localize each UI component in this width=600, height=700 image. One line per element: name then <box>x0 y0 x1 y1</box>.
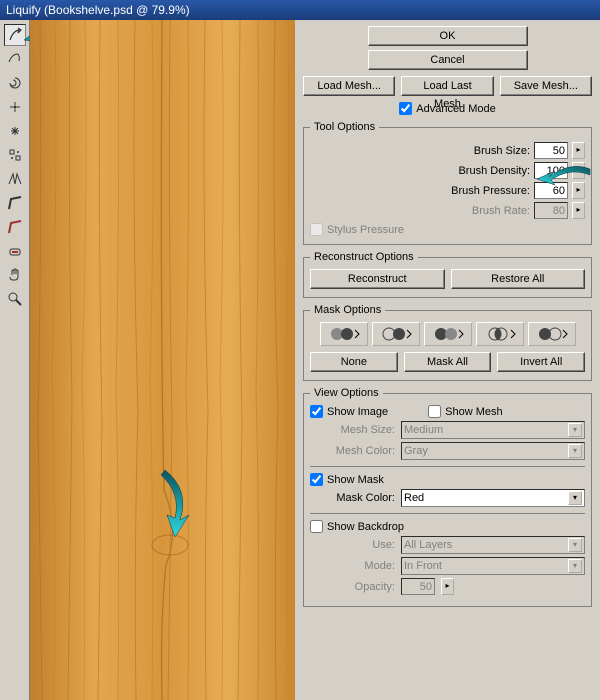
stylus-pressure-label: Stylus Pressure <box>327 224 404 236</box>
show-mask-label: Show Mask <box>327 474 384 486</box>
tool-options-legend: Tool Options <box>310 121 379 133</box>
reconstruct-options-legend: Reconstruct Options <box>310 251 418 263</box>
mode-select: In Front▾ <box>401 557 585 575</box>
restore-all-button[interactable]: Restore All <box>451 269 586 289</box>
mask-options-group: Mask Options None Mask All Invert All <box>303 304 592 381</box>
mask-none-button[interactable]: None <box>310 352 398 372</box>
brush-pressure-label: Brush Pressure: <box>451 185 530 197</box>
mask-replace-button[interactable] <box>320 322 368 346</box>
brush-density-input[interactable] <box>534 162 568 179</box>
opacity-label: Opacity: <box>310 581 395 593</box>
reconstruct-tool[interactable] <box>4 48 26 70</box>
bloat-tool[interactable] <box>4 120 26 142</box>
push-left-tool[interactable] <box>4 144 26 166</box>
brush-size-spinner[interactable]: ▸ <box>572 142 585 159</box>
mirror-tool[interactable] <box>4 168 26 190</box>
thaw-mask-tool[interactable] <box>4 240 26 262</box>
tool-options-group: Tool Options Brush Size: ▸ Brush Density:… <box>303 121 592 245</box>
hand-tool[interactable] <box>4 264 26 286</box>
brush-rate-spinner: ▸ <box>572 202 585 219</box>
view-options-legend: View Options <box>310 387 383 399</box>
opacity-input <box>401 578 435 595</box>
twirl-tool[interactable] <box>4 72 26 94</box>
reconstruct-button[interactable]: Reconstruct <box>310 269 445 289</box>
mask-color-select[interactable]: Red▾ <box>401 489 585 507</box>
use-select: All Layers▾ <box>401 536 585 554</box>
mesh-color-label: Mesh Color: <box>310 445 395 457</box>
show-mesh-label: Show Mesh <box>445 406 502 418</box>
advanced-mode-label: Advanced Mode <box>416 103 496 115</box>
turbulence-tool[interactable] <box>4 192 26 214</box>
title-bar: Liquify (Bookshelve.psd @ 79.9%) <box>0 0 600 20</box>
brush-density-label: Brush Density: <box>458 165 530 177</box>
cancel-button[interactable]: Cancel <box>368 50 528 70</box>
zoom-tool[interactable] <box>4 288 26 310</box>
ok-button[interactable]: OK <box>368 26 528 46</box>
show-image-checkbox[interactable]: Show Image <box>310 405 388 418</box>
mesh-size-label: Mesh Size: <box>310 424 395 436</box>
reconstruct-options-group: Reconstruct Options Reconstruct Restore … <box>303 251 592 298</box>
mesh-color-select: Gray▾ <box>401 442 585 460</box>
show-backdrop-label: Show Backdrop <box>327 521 404 533</box>
mask-all-button[interactable]: Mask All <box>404 352 492 372</box>
mask-add-button[interactable] <box>372 322 420 346</box>
mask-color-label: Mask Color: <box>310 492 395 504</box>
brush-pressure-input[interactable] <box>534 182 568 199</box>
mask-subtract-button[interactable] <box>424 322 472 346</box>
freeze-mask-tool[interactable] <box>4 216 26 238</box>
brush-size-input[interactable] <box>534 142 568 159</box>
tools-toolbar <box>0 20 30 700</box>
view-options-group: View Options Show Image Show Mesh Mesh S… <box>303 387 592 607</box>
use-label: Use: <box>310 539 395 551</box>
show-mesh-checkbox[interactable]: Show Mesh <box>428 405 502 418</box>
show-image-label: Show Image <box>327 406 388 418</box>
pucker-tool[interactable] <box>4 96 26 118</box>
brush-rate-label: Brush Rate: <box>472 205 530 217</box>
brush-density-spinner[interactable]: ▸ <box>572 162 585 179</box>
preview-canvas[interactable] <box>30 20 295 700</box>
mask-options-legend: Mask Options <box>310 304 385 316</box>
options-panel: OK Cancel Load Mesh... Load Last Mesh Sa… <box>295 20 600 700</box>
mode-label: Mode: <box>310 560 395 572</box>
brush-rate-input <box>534 202 568 219</box>
load-last-mesh-button[interactable]: Load Last Mesh <box>401 76 493 96</box>
brush-pressure-spinner[interactable]: ▸ <box>572 182 585 199</box>
load-mesh-button[interactable]: Load Mesh... <box>303 76 395 96</box>
opacity-spinner: ▸ <box>441 578 454 595</box>
mask-invert-all-button[interactable]: Invert All <box>497 352 585 372</box>
mask-intersect-button[interactable] <box>476 322 524 346</box>
forward-warp-tool[interactable] <box>4 24 26 46</box>
advanced-mode-checkbox[interactable]: Advanced Mode <box>303 102 592 115</box>
stylus-pressure-checkbox: Stylus Pressure <box>310 223 585 236</box>
save-mesh-button[interactable]: Save Mesh... <box>500 76 592 96</box>
mesh-size-select: Medium▾ <box>401 421 585 439</box>
mask-invert-button[interactable] <box>528 322 576 346</box>
wood-texture <box>30 20 295 700</box>
show-backdrop-checkbox[interactable]: Show Backdrop <box>310 520 585 533</box>
show-mask-checkbox[interactable]: Show Mask <box>310 473 585 486</box>
brush-size-label: Brush Size: <box>474 145 530 157</box>
